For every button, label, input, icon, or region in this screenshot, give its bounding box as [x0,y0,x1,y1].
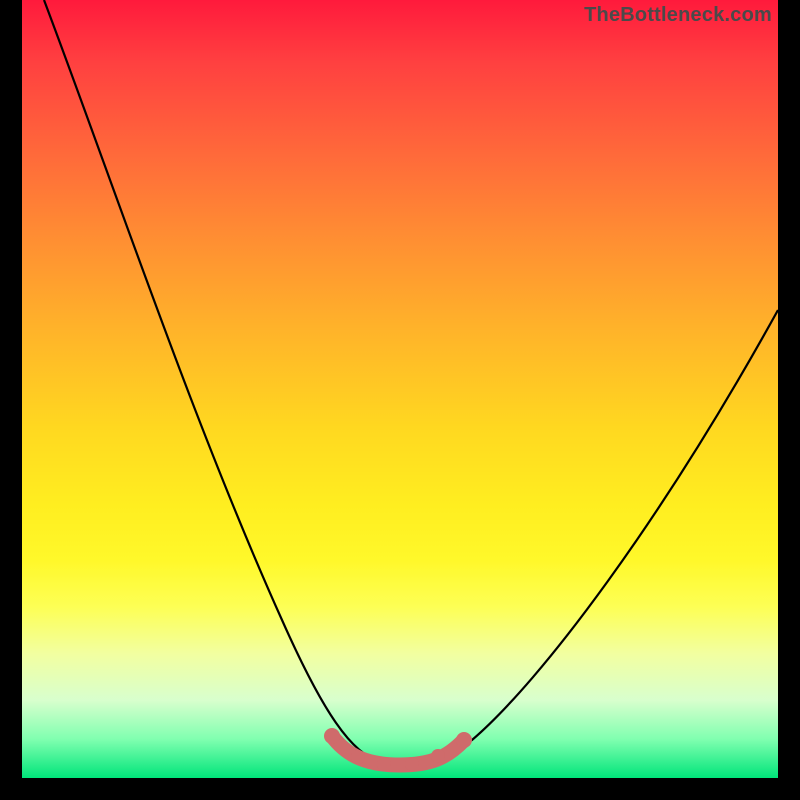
highlight-band [332,736,464,765]
highlight-dot [456,732,472,748]
highlight-dot [405,757,419,771]
highlight-dot [377,757,391,771]
bottleneck-curve-svg [22,0,778,778]
highlight-dot [324,728,340,744]
highlight-dot [351,750,365,764]
bottleneck-curve-line [44,0,778,764]
highlight-dot [431,749,445,763]
